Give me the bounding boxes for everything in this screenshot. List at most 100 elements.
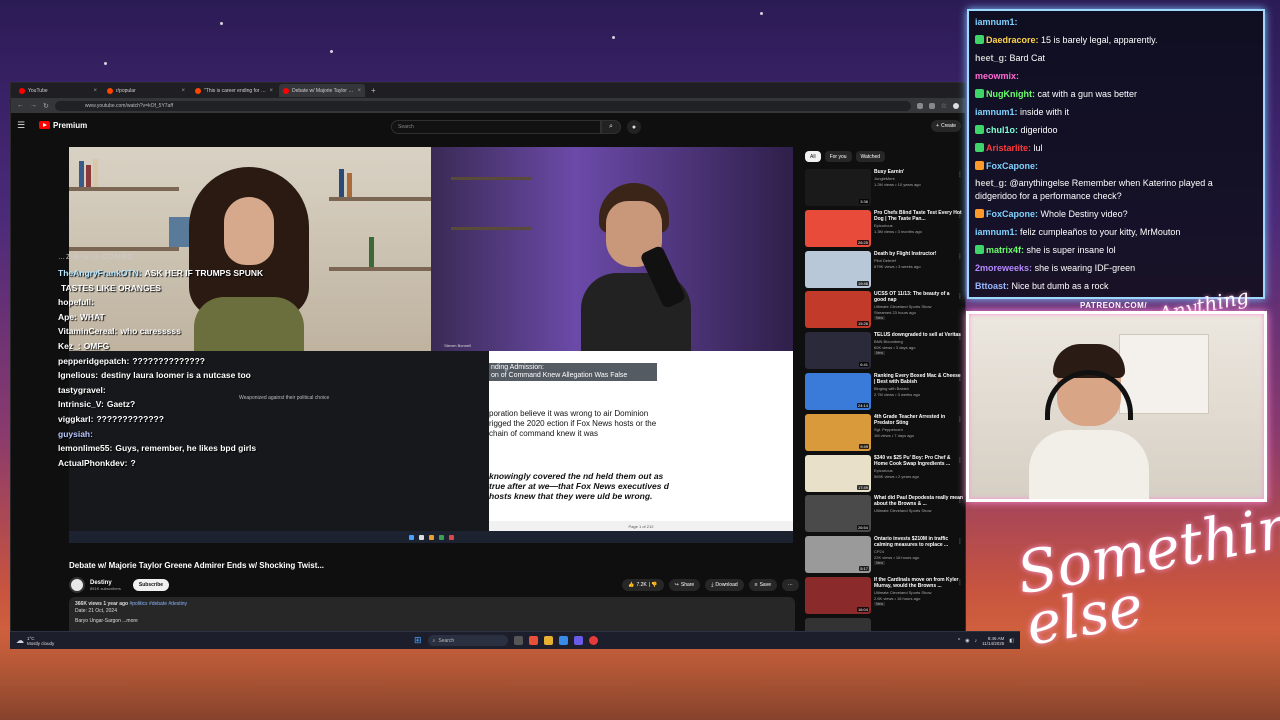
recommendation-item[interactable]: 5:17 Ontario invests $210M in traffic cal… bbox=[805, 536, 963, 577]
description-box[interactable]: 366K views 1 year ago #politics #debate … bbox=[69, 597, 795, 635]
youtube-logo[interactable]: Premium bbox=[39, 121, 87, 130]
download-button[interactable]: ⤓ Download bbox=[705, 579, 744, 591]
recommendation-title[interactable]: Busy Earnin' bbox=[874, 169, 921, 175]
recommendation-channel[interactable]: Epicurious bbox=[874, 468, 963, 473]
recommendation-title[interactable]: TELUS downgraded to sell at Veritas bbox=[874, 332, 961, 338]
app-icon[interactable] bbox=[558, 636, 568, 645]
recommendation-title[interactable]: Ontario invests $210M in traffic calming… bbox=[874, 536, 963, 548]
file-explorer-icon[interactable] bbox=[543, 636, 553, 645]
browser-tab-active[interactable]: Debate w/ Majorie Taylor G... × bbox=[279, 84, 365, 97]
chevron-up-icon[interactable]: ^ bbox=[958, 638, 960, 644]
video-thumbnail[interactable]: 5:17 bbox=[805, 536, 871, 574]
search-input[interactable]: Search bbox=[391, 120, 601, 134]
recommendation-item[interactable]: 17:49 $340 vs $25 Pu' Boy: Pro Chef & Hom… bbox=[805, 454, 963, 496]
more-options-icon[interactable]: ⋮ bbox=[957, 334, 963, 341]
more-actions-button[interactable]: ⋯ bbox=[782, 579, 799, 591]
video-thumbnail[interactable]: 24:14 bbox=[805, 372, 871, 410]
taskbar-search[interactable]: ⌕ Search bbox=[427, 635, 508, 646]
more-options-icon[interactable]: ⋮ bbox=[957, 457, 963, 464]
channel-avatar[interactable] bbox=[69, 577, 85, 593]
close-icon[interactable]: × bbox=[357, 88, 361, 94]
microphone-icon[interactable]: ● bbox=[627, 120, 641, 134]
recommendation-item[interactable]: 15:26 UCSS OT 11/13: The beauty of a good… bbox=[805, 291, 963, 332]
more-options-icon[interactable]: ⋮ bbox=[957, 293, 963, 300]
recommendation-item[interactable]: 26:54 What did Paul Depodesta really mean… bbox=[805, 495, 963, 536]
recommendation-title[interactable]: Ranking Every Boxed Mac & Cheese | Best … bbox=[874, 373, 963, 385]
recommendation-channel[interactable]: JungleMere bbox=[874, 176, 921, 181]
recommendation-title[interactable]: Pro Chefs Blind Taste Test Every Hot Dog… bbox=[874, 210, 963, 222]
bookmark-star-icon[interactable]: ☆ bbox=[941, 102, 947, 110]
clock[interactable]: 8:46 AM 11/14/2025 bbox=[982, 636, 1004, 646]
volume-icon[interactable]: ♪ bbox=[975, 638, 978, 644]
url-field[interactable]: www.youtube.com/watch?v=kOf_5Y7aff bbox=[54, 100, 911, 111]
extension-icon[interactable] bbox=[916, 102, 923, 109]
more-options-icon[interactable]: ⋮ bbox=[957, 375, 963, 382]
save-button[interactable]: ≡ Save bbox=[748, 579, 777, 591]
close-icon[interactable]: × bbox=[181, 88, 185, 94]
more-options-icon[interactable]: ⋮ bbox=[957, 579, 963, 586]
video-thumbnail[interactable]: 19:46 bbox=[805, 250, 871, 288]
share-button[interactable]: ↪ Share bbox=[668, 579, 701, 591]
recommendation-item[interactable]: 24:14 Ranking Every Boxed Mac & Cheese | … bbox=[805, 372, 963, 414]
browser-tab[interactable]: YouTube × bbox=[15, 84, 101, 97]
menu-icon[interactable]: ☰ bbox=[17, 120, 31, 131]
more-options-icon[interactable]: ⋮ bbox=[957, 538, 963, 545]
recommendation-item[interactable]: 9:49 4th Grade Teacher Arrested in Predat… bbox=[805, 413, 963, 455]
recommendation-title[interactable]: UCSS OT 11/13: The beauty of a good nap bbox=[874, 291, 963, 303]
close-icon[interactable]: × bbox=[93, 88, 97, 94]
more-options-icon[interactable]: ⋮ bbox=[957, 212, 963, 219]
create-button[interactable]: + Create bbox=[931, 120, 961, 132]
recommendation-item[interactable]: 6:41 TELUS downgraded to sell at Veritas B… bbox=[805, 332, 963, 373]
video-thumbnail[interactable]: 15:26 bbox=[805, 291, 871, 329]
notification-icon[interactable]: ◧ bbox=[1009, 638, 1014, 644]
video-thumbnail[interactable]: 6:41 bbox=[805, 332, 871, 370]
chip-for-you[interactable]: For you bbox=[824, 151, 852, 162]
video-thumbnail[interactable]: 9:49 bbox=[805, 413, 871, 451]
more-options-icon[interactable]: ⋮ bbox=[957, 416, 963, 423]
description-more[interactable]: Baryo Ungar-Sargon ...more bbox=[75, 618, 789, 625]
thumbs-down-icon[interactable]: | 👎 bbox=[649, 582, 658, 588]
video-thumbnail[interactable]: 16:04 bbox=[805, 576, 871, 614]
new-tab-button[interactable]: + bbox=[367, 86, 380, 95]
profile-icon[interactable] bbox=[953, 102, 959, 109]
weather-widget[interactable]: ☁ 1°C Mostly cloudy bbox=[10, 636, 54, 646]
recommendation-title[interactable]: 4th Grade Teacher Arrested in Predator S… bbox=[874, 414, 963, 426]
reload-icon[interactable]: ↻ bbox=[43, 102, 49, 110]
recommendation-item[interactable]: 19:46 Death by Flight Instructor! Pilot De… bbox=[805, 250, 963, 292]
recommendation-channel[interactable]: Binging with Babish bbox=[874, 386, 963, 391]
video-thumbnail[interactable]: 17:49 bbox=[805, 454, 871, 492]
more-options-icon[interactable]: ⋮ bbox=[957, 171, 963, 178]
forward-arrow-icon[interactable]: → bbox=[30, 102, 37, 109]
recommendation-channel[interactable]: Ultimate Cleveland Sports Show bbox=[874, 304, 963, 309]
recommendation-channel[interactable]: BNN Bloomberg bbox=[874, 339, 961, 344]
recommendation-channel[interactable]: Epicurious bbox=[874, 223, 963, 228]
recommendation-channel[interactable]: Sgt. Peppercorn bbox=[874, 427, 963, 432]
close-icon[interactable]: × bbox=[269, 88, 273, 94]
obs-icon[interactable] bbox=[588, 636, 598, 645]
recommendation-channel[interactable]: CP24 bbox=[874, 549, 963, 554]
more-options-icon[interactable]: ⋮ bbox=[957, 253, 963, 260]
subscribe-button[interactable]: Subscribe bbox=[132, 579, 170, 591]
chip-watched[interactable]: Watched bbox=[855, 151, 886, 162]
recommendation-item[interactable]: 16:04 If the Cardinals move on from Kyler… bbox=[805, 576, 963, 618]
discord-icon[interactable] bbox=[573, 636, 583, 645]
video-thumbnail[interactable]: 26:25 bbox=[805, 209, 871, 247]
task-view-icon[interactable] bbox=[513, 636, 523, 645]
back-arrow-icon[interactable]: ← bbox=[17, 102, 24, 109]
video-thumbnail[interactable]: 26:54 bbox=[805, 495, 871, 533]
recommendation-title[interactable]: Death by Flight Instructor! bbox=[874, 251, 937, 257]
network-icon[interactable]: ◉ bbox=[965, 638, 969, 644]
like-button[interactable]: 👍 7.2K | 👎 bbox=[622, 579, 664, 591]
browser-tab[interactable]: r/popular × bbox=[103, 84, 189, 97]
recommendation-item[interactable]: 3:36 Busy Earnin' JungleMere 1.2M views • 1… bbox=[805, 169, 963, 210]
recommendation-channel[interactable]: Ultimate Cleveland Sports Show bbox=[874, 590, 963, 595]
windows-start-icon[interactable]: ⊞ bbox=[414, 635, 422, 646]
browser-tab[interactable]: "This is career ending for Megy...× bbox=[191, 84, 277, 97]
extension-icon[interactable] bbox=[928, 102, 935, 109]
browser-app-icon[interactable] bbox=[528, 636, 538, 645]
more-options-icon[interactable]: ⋮ bbox=[957, 497, 963, 504]
recommendation-item[interactable]: 26:25 Pro Chefs Blind Taste Test Every Ho… bbox=[805, 209, 963, 251]
recommendation-title[interactable]: If the Cardinals move on from Kyler Murr… bbox=[874, 577, 963, 589]
recommendation-channel[interactable]: Pilot Debrief bbox=[874, 258, 937, 263]
chip-all[interactable]: All bbox=[805, 151, 821, 162]
